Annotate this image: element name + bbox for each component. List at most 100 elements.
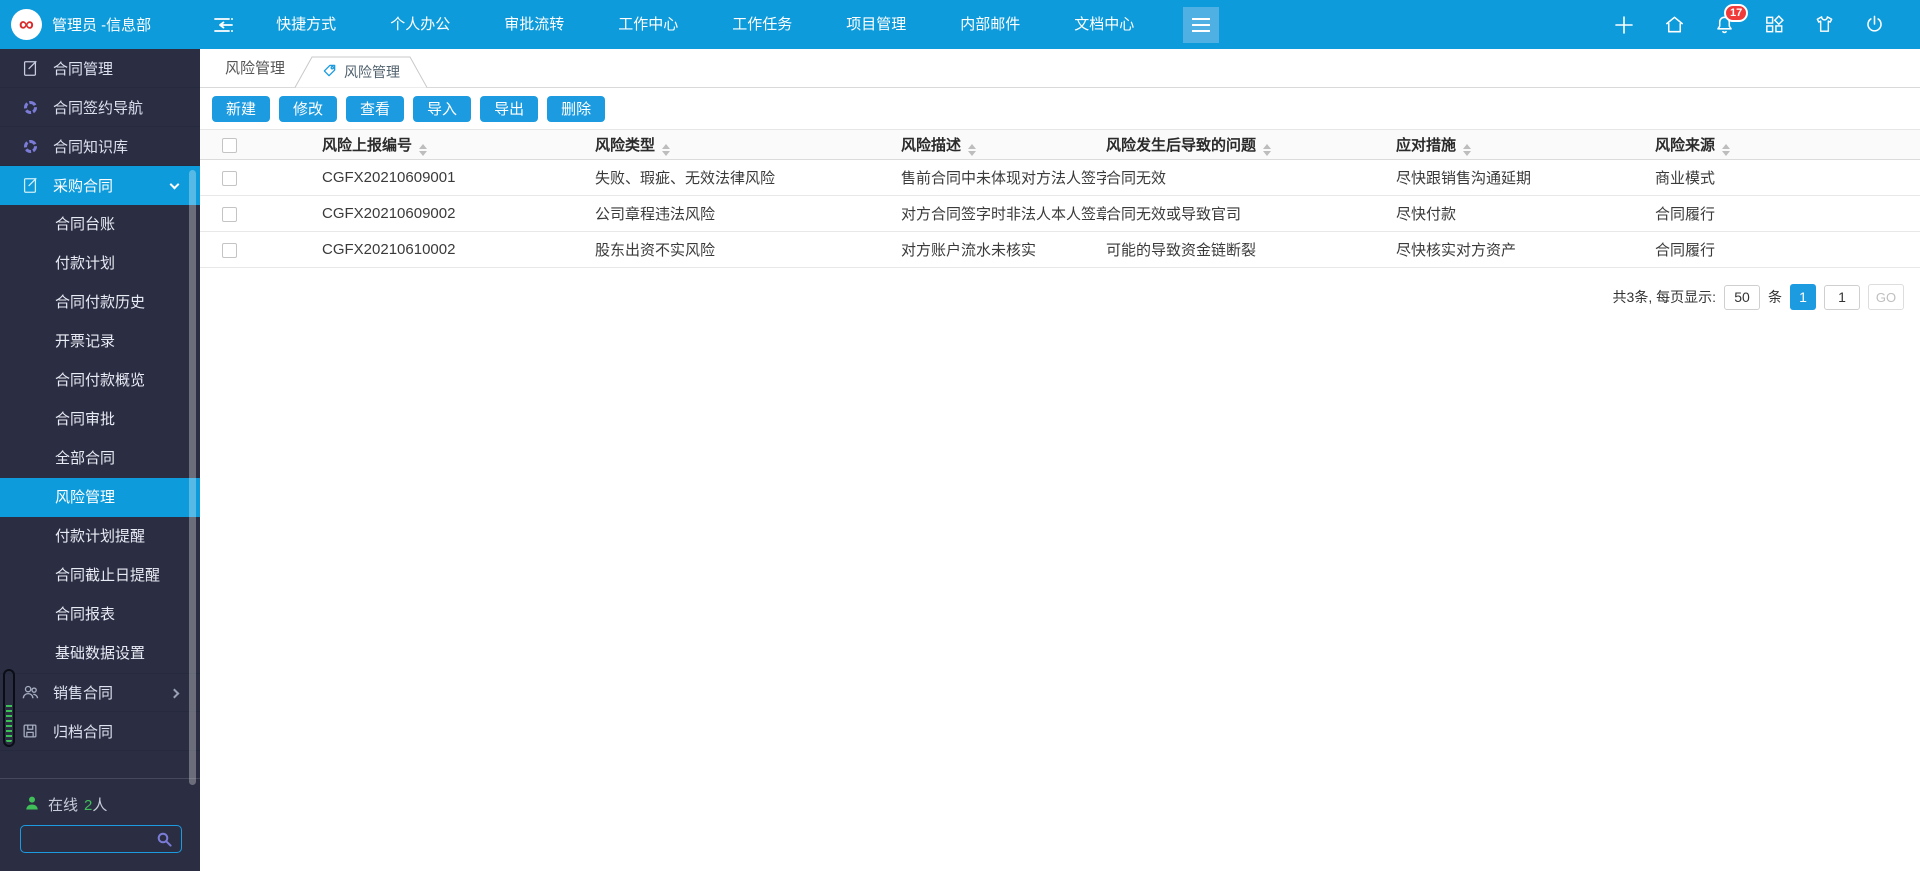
row-checkbox[interactable] (222, 243, 237, 258)
chevron-right-icon (170, 689, 180, 699)
sort-icon[interactable] (662, 144, 670, 156)
table-body: CGFX20210609001 失败、瑕疵、无效法律风险 售前合同中未体现对方法… (200, 160, 1920, 268)
submenu-item[interactable]: 付款计划 (0, 244, 200, 283)
add-icon[interactable] (1612, 13, 1636, 37)
column-header[interactable]: 风险描述 (901, 130, 1106, 160)
top-nav-item[interactable]: 工作中心 (591, 0, 705, 49)
pagination: 共3条, 每页显示: 条 1 GO (200, 284, 1904, 310)
main-content: 风险管理 风险管理 新建修改查看导入导出删除 (200, 49, 1920, 871)
cell-risk-type: 失败、瑕疵、无效法律风险 (595, 160, 901, 196)
submenu-item[interactable]: 风险管理 (0, 478, 200, 517)
sidebar-item-knowledge-base[interactable]: 合同知识库 (0, 127, 200, 166)
menu-collapse-icon[interactable] (211, 13, 235, 37)
cell-risk-source: 合同履行 (1655, 232, 1920, 268)
column-header[interactable]: 风险来源 (1655, 130, 1920, 160)
go-button[interactable]: GO (1868, 284, 1904, 310)
row-select-cell (200, 160, 322, 196)
top-nav-item[interactable]: 文档中心 (1047, 0, 1161, 49)
column-header[interactable]: 风险上报编号 (322, 130, 595, 160)
search-input[interactable] (21, 831, 156, 847)
cell-risk-type: 公司章程违法风险 (595, 196, 901, 232)
submenu-item[interactable]: 开票记录 (0, 322, 200, 361)
toolbar-button[interactable]: 新建 (212, 96, 270, 122)
scroll-position-indicator (3, 669, 15, 747)
table-row[interactable]: CGFX20210609001 失败、瑕疵、无效法律风险 售前合同中未体现对方法… (200, 160, 1920, 196)
sort-icon[interactable] (968, 144, 976, 156)
cell-risk-problem: 可能的导致资金链断裂 (1106, 232, 1396, 268)
sort-icon[interactable] (1463, 144, 1471, 156)
sidebar-item-signing-navigation[interactable]: 合同签约导航 (0, 88, 200, 127)
submenu-item[interactable]: 付款计划提醒 (0, 517, 200, 556)
goto-page-input[interactable] (1824, 285, 1860, 310)
risk-table: 风险上报编号 风险类型 风险描述 风险发生后导致的问题 应对措施 风险来源 (200, 129, 1920, 268)
top-nav-item[interactable]: 个人办公 (363, 0, 477, 49)
sidebar-footer: 在线 2人 (0, 778, 200, 871)
row-checkbox[interactable] (222, 171, 237, 186)
sidebar-item-sales-contracts[interactable]: 销售合同 (0, 673, 200, 712)
table-row[interactable]: CGFX20210610002 股东出资不实风险 对方账户流水未核实 可能的导致… (200, 232, 1920, 268)
submenu-item[interactable]: 基础数据设置 (0, 634, 200, 673)
more-menu-icon[interactable] (1183, 7, 1219, 43)
submenu-item[interactable]: 合同付款概览 (0, 361, 200, 400)
toolbar-button[interactable]: 删除 (547, 96, 605, 122)
table-row[interactable]: CGFX20210609002 公司章程违法风险 对方合同签字时非法人本人签章 … (200, 196, 1920, 232)
tab-risk-management[interactable]: 风险管理 (293, 56, 429, 88)
apps-grid-icon[interactable] (1763, 13, 1786, 36)
pagination-summary: 共3条, 每页显示: (1613, 287, 1716, 307)
toolbar-button[interactable]: 修改 (279, 96, 337, 122)
topbar-actions: 17 (1612, 13, 1886, 37)
page-size-input[interactable] (1724, 285, 1760, 310)
sort-icon[interactable] (1722, 144, 1730, 156)
sidebar-item-contract-management[interactable]: 合同管理 (0, 49, 200, 88)
theme-shirt-icon[interactable] (1813, 13, 1836, 36)
cell-risk-desc: 对方账户流水未核实 (901, 232, 1106, 268)
submenu-item[interactable]: 合同报表 (0, 595, 200, 634)
submenu-item[interactable]: 合同台账 (0, 205, 200, 244)
cell-risk-measure: 尽快核实对方资产 (1396, 232, 1655, 268)
online-label: 在线 (48, 794, 78, 815)
tag-icon (322, 63, 337, 81)
toolbar-button[interactable]: 导出 (480, 96, 538, 122)
submenu-item[interactable]: 合同付款历史 (0, 283, 200, 322)
top-nav-item[interactable]: 工作任务 (705, 0, 819, 49)
app-logo-icon: ∞ (11, 9, 42, 40)
sort-icon[interactable] (1263, 144, 1271, 156)
top-nav-item[interactable]: 项目管理 (819, 0, 933, 49)
toolbar-button[interactable]: 查看 (346, 96, 404, 122)
sidebar-item-archived-contracts[interactable]: 归档合同 (0, 712, 200, 751)
submenu-item[interactable]: 全部合同 (0, 439, 200, 478)
current-page-button[interactable]: 1 (1790, 284, 1816, 310)
row-select-cell (200, 196, 322, 232)
sort-icon[interactable] (419, 144, 427, 156)
search-icon[interactable] (156, 831, 173, 848)
top-nav-item[interactable]: 内部邮件 (933, 0, 1047, 49)
top-nav-item[interactable]: 快捷方式 (249, 0, 363, 49)
column-header[interactable]: 应对措施 (1396, 130, 1655, 160)
notifications-bell-icon[interactable]: 17 (1713, 13, 1736, 36)
tab-strip: 风险管理 风险管理 (200, 49, 1920, 88)
home-icon[interactable] (1663, 13, 1686, 36)
submenu-item[interactable]: 合同审批 (0, 400, 200, 439)
row-checkbox[interactable] (222, 207, 237, 222)
sidebar-scrollbar[interactable] (189, 170, 196, 785)
select-all-cell (200, 130, 322, 160)
tab-label: 风险管理 (344, 62, 400, 82)
breadcrumb[interactable]: 风险管理 (225, 49, 285, 88)
cell-risk-id: CGFX20210609002 (322, 196, 595, 232)
submenu-item[interactable]: 合同截止日提醒 (0, 556, 200, 595)
select-all-checkbox[interactable] (222, 138, 237, 153)
topbar: ∞ 管理员 -信息部 快捷方式个人办公审批流转工作中心工作任务项目管理内部邮件文… (0, 0, 1920, 49)
document-edit-icon (20, 59, 40, 77)
sidebar-item-label: 归档合同 (53, 721, 113, 742)
sidebar-item-purchase-contracts[interactable]: 采购合同 (0, 166, 200, 205)
sidebar-search (20, 825, 182, 853)
toolbar-button[interactable]: 导入 (413, 96, 471, 122)
column-header[interactable]: 风险发生后导致的问题 (1106, 130, 1396, 160)
top-nav-item[interactable]: 审批流转 (477, 0, 591, 49)
column-header[interactable]: 风险类型 (595, 130, 901, 160)
sidebar-item-label: 销售合同 (53, 682, 113, 703)
cell-risk-source: 商业模式 (1655, 160, 1920, 196)
power-logout-icon[interactable] (1863, 13, 1886, 36)
current-user-label: 管理员 -信息部 (52, 14, 151, 35)
pagination-unit: 条 (1768, 287, 1782, 307)
